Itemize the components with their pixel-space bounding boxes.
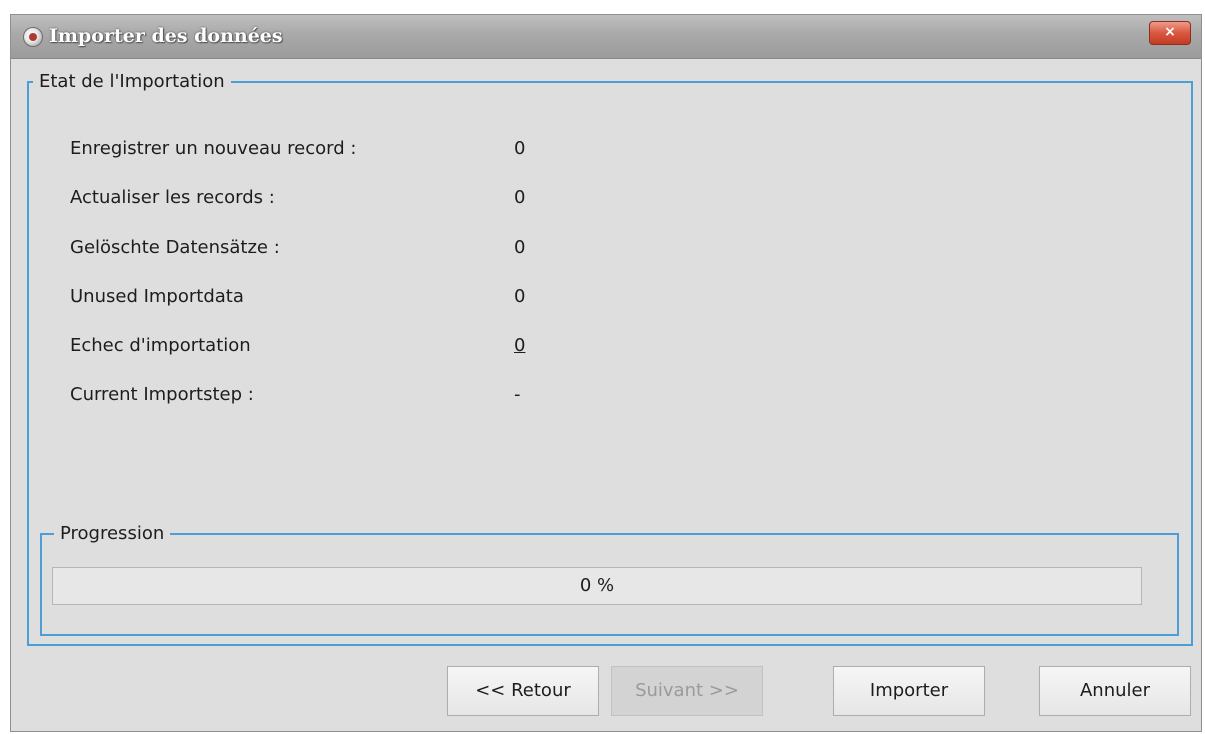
unused-importdata-label: Unused Importdata bbox=[70, 286, 244, 307]
new-records-value: 0 bbox=[514, 138, 526, 159]
new-records-label: Enregistrer un nouveau record : bbox=[70, 138, 357, 159]
cancel-button[interactable]: Annuler bbox=[1039, 666, 1191, 716]
progress-percent-text: 0 % bbox=[579, 575, 615, 596]
updated-records-label: Actualiser les records : bbox=[70, 187, 275, 208]
deleted-records-label: Gelöschte Datensätze : bbox=[70, 237, 280, 258]
current-importstep-value: - bbox=[514, 384, 521, 405]
progress-legend: Progression bbox=[54, 522, 171, 546]
title-bar[interactable]: Importer des données × bbox=[11, 15, 1201, 59]
app-icon bbox=[23, 27, 43, 47]
progress-bar: 0 % bbox=[52, 567, 1142, 605]
updated-records-value: 0 bbox=[514, 187, 526, 208]
back-button[interactable]: << Retour bbox=[447, 666, 599, 716]
import-failures-link[interactable]: 0 bbox=[514, 335, 525, 356]
close-button[interactable]: × bbox=[1149, 21, 1191, 45]
import-failures-label: Echec d'importation bbox=[70, 335, 251, 356]
window-title: Importer des données bbox=[49, 25, 283, 47]
next-button[interactable]: Suivant >> bbox=[611, 666, 763, 716]
unused-importdata-value: 0 bbox=[514, 286, 526, 307]
import-button[interactable]: Importer bbox=[833, 666, 985, 716]
import-status-legend: Etat de l'Importation bbox=[33, 70, 231, 94]
current-importstep-label: Current Importstep : bbox=[70, 384, 254, 405]
import-dialog: Importer des données × Etat de l'Importa… bbox=[10, 14, 1202, 732]
deleted-records-value: 0 bbox=[514, 237, 526, 258]
